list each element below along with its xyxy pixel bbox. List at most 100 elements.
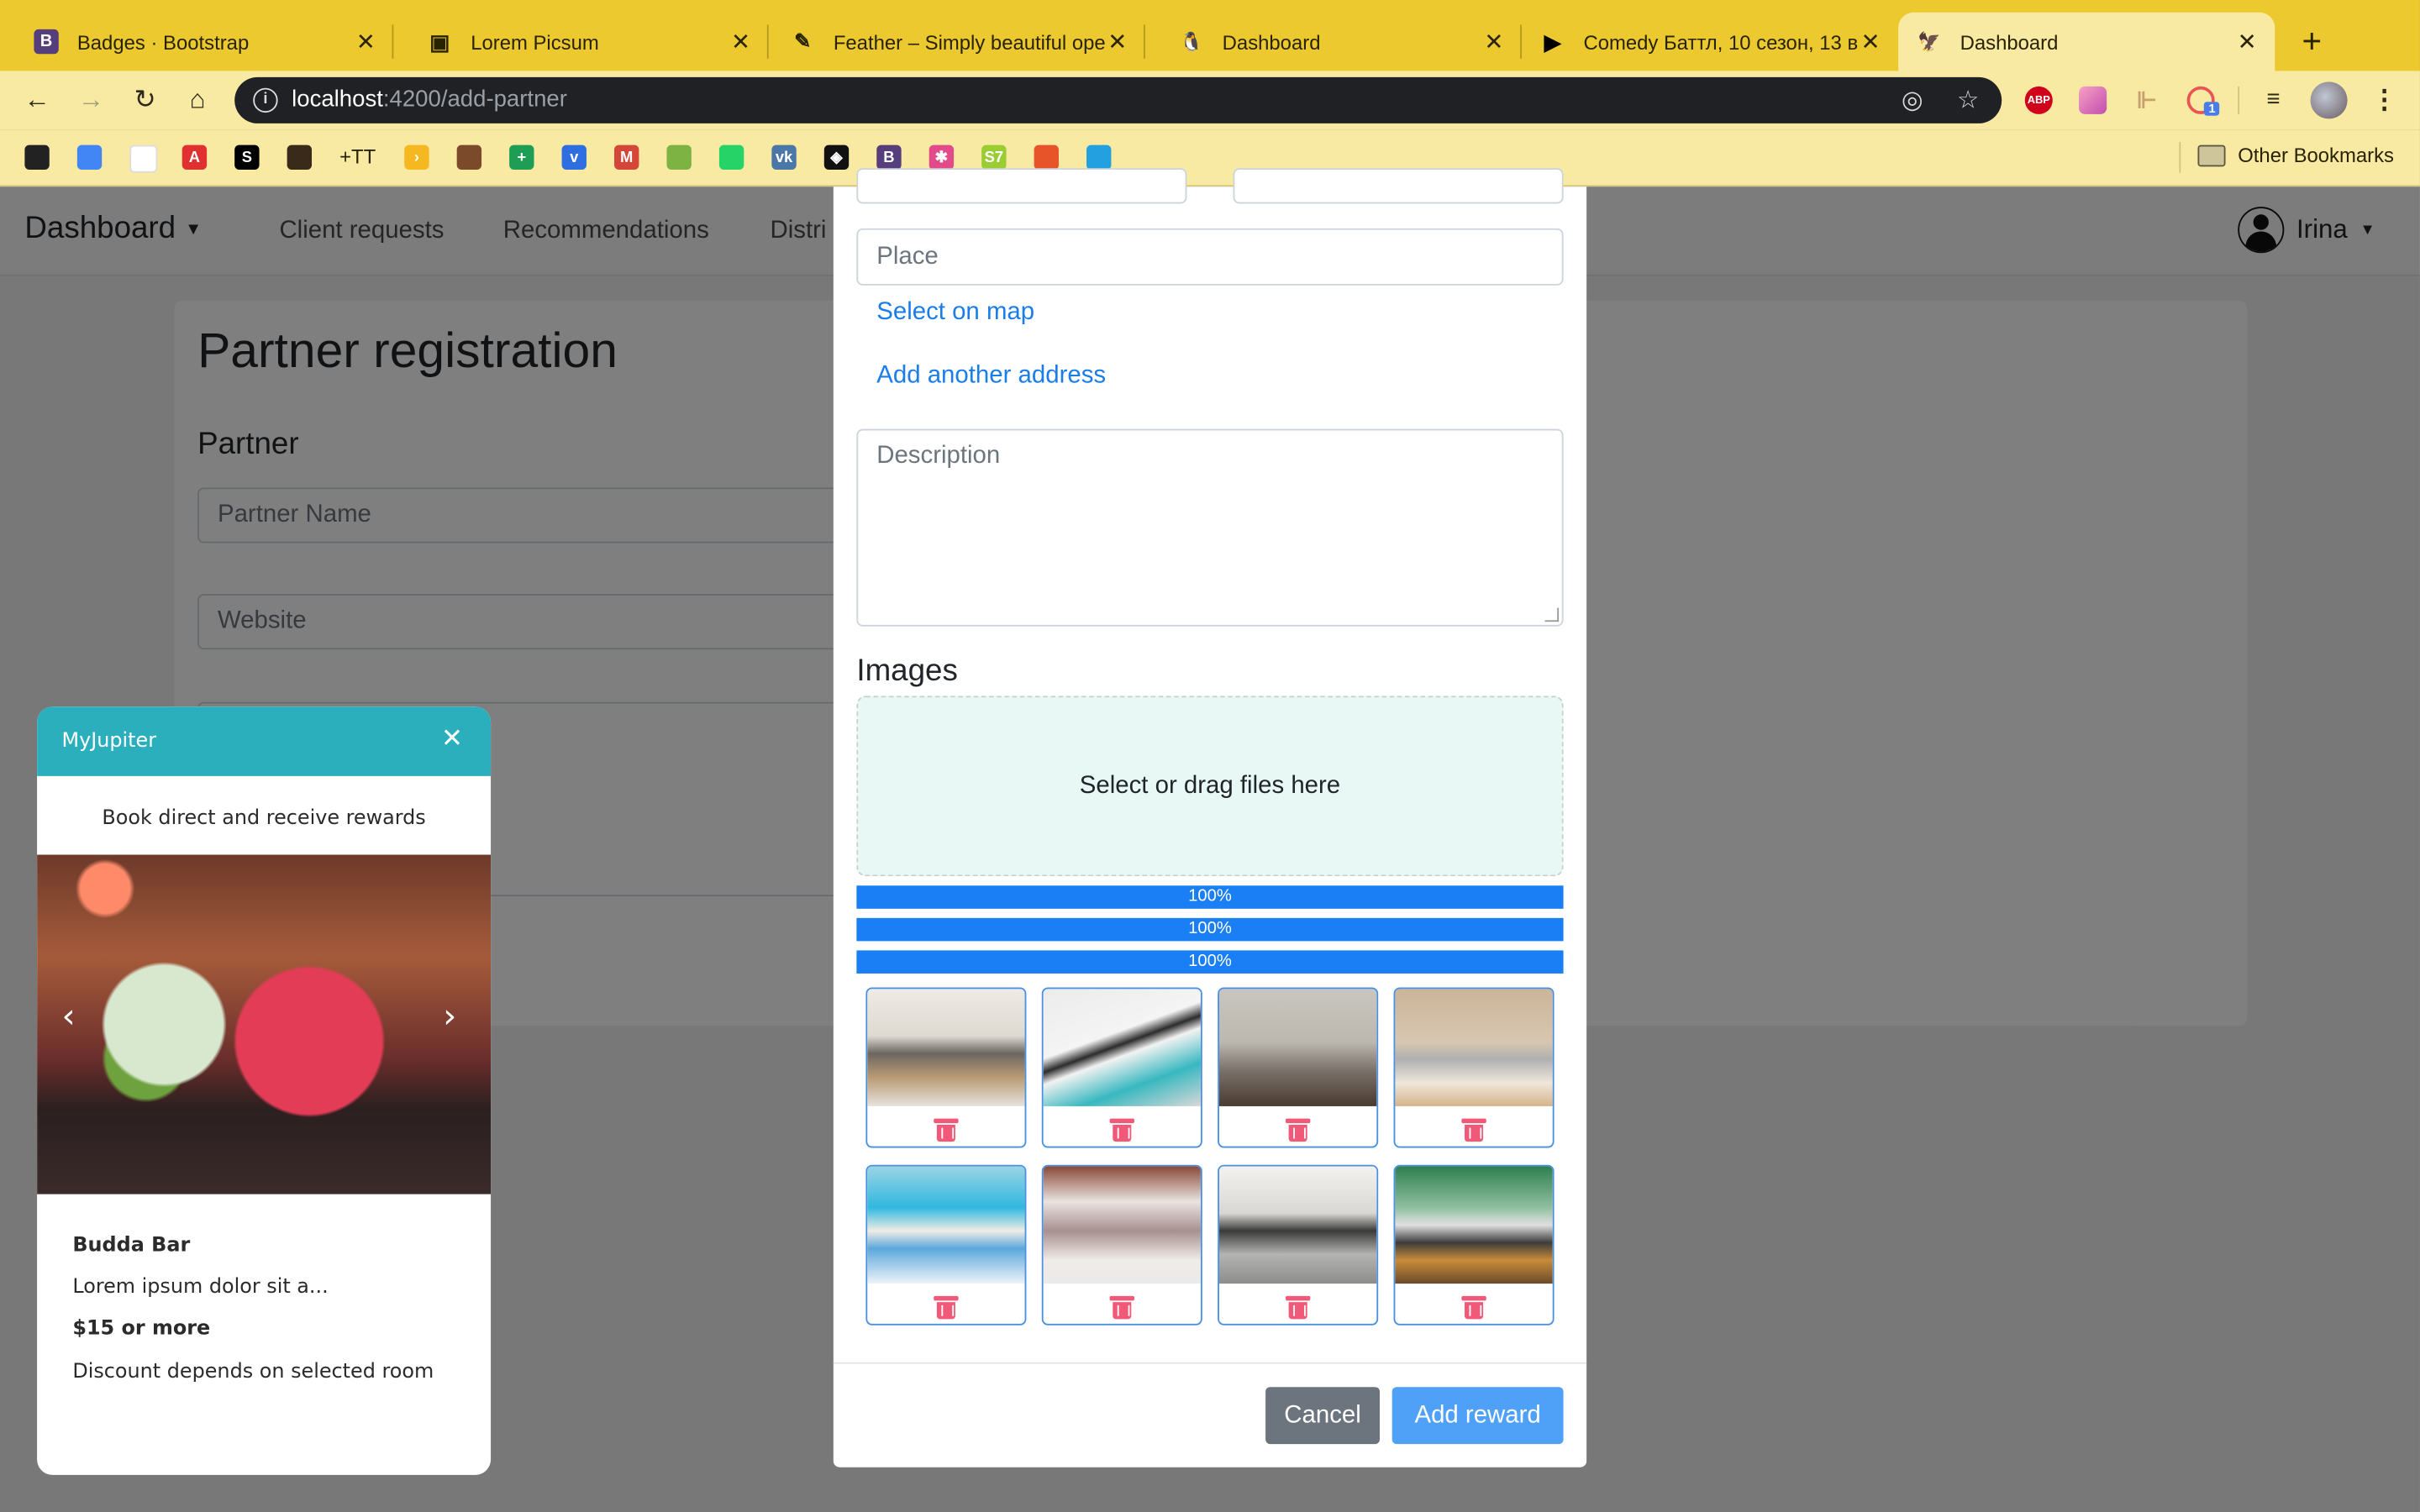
trash-icon[interactable] [934,1295,959,1320]
bookmark-2[interactable] [76,144,103,171]
browser-toolbar: ← → ↻ ⌂ i localhost:4200/add-partner ◎ ☆… [0,71,2420,130]
trash-icon[interactable] [1285,1295,1311,1320]
extension-badge: 1 [2203,102,2221,116]
bookmark-5[interactable]: S [234,144,260,171]
venue-name: Budda Bar [72,1234,191,1257]
close-tab-icon[interactable]: ✕ [2235,28,2260,55]
images-label: Images [856,654,958,689]
bookmark-20[interactable] [1034,144,1059,171]
place-input[interactable]: Place [856,228,1564,286]
thumbnail-image-lounge-tropical [1395,1166,1553,1284]
bookmark-star-icon[interactable]: ☆ [1957,85,1979,116]
reload-icon[interactable]: ↻ [128,83,161,117]
new-tab-button[interactable]: + [2296,22,2328,62]
bookmark-3[interactable] [129,144,158,173]
lastpass-icon[interactable]: 1 [2186,86,2221,116]
bookmark-13[interactable] [666,144,692,171]
tab-badges-bootstrap[interactable]: B Badges · Bootstrap ✕ [0,13,394,71]
other-bookmarks[interactable]: Other Bookmarks [2197,143,2395,167]
thumbnail-image-bedroom-wine [1043,1166,1201,1284]
resize-handle-icon[interactable] [1544,607,1560,622]
trash-icon[interactable] [1461,1295,1486,1320]
bookmark-18[interactable]: ✱ [929,144,955,171]
bookmark-codepen[interactable]: ◈ [823,144,850,171]
tab-feather[interactable]: ✎ Feather – Simply beautiful ope ✕ [769,13,1145,71]
bookmark-9[interactable] [456,144,482,171]
close-icon[interactable]: ✕ [441,723,463,754]
bookmark-whatsapp[interactable] [718,144,744,171]
file-dropzone[interactable]: Select or drag files here [856,696,1564,877]
media-control-icon[interactable]: ≡ [2256,83,2290,117]
carousel-next-icon[interactable]: › [443,998,456,1037]
bookmarks-separator [2179,141,2181,173]
tab-strip: B Badges · Bootstrap ✕ ▣ Lorem Picsum ✕ … [0,0,2420,71]
bookmark-6[interactable] [287,144,313,171]
location-icon[interactable]: ◎ [1902,85,1923,116]
tab-dashboard-1[interactable]: 🐧 Dashboard ✕ [1145,13,1522,71]
bookmark-s7[interactable]: S7 [981,144,1007,171]
tab-comedy-battle[interactable]: ▶ Comedy Баттл, 10 сезон, 13 в ✕ [1522,13,1898,71]
home-icon[interactable]: ⌂ [181,83,214,117]
bookmark-gmail[interactable]: M [614,144,639,171]
close-tab-icon[interactable]: ✕ [1858,28,1882,55]
forward-icon[interactable]: → [74,83,108,117]
play-icon: ▶ [1544,28,1561,54]
description-textarea[interactable]: Description [856,428,1564,627]
bookmark-bootstrap[interactable]: B [876,144,902,171]
modal-footer-divider [833,1362,1587,1364]
tab-title: Badges · Bootstrap [76,29,250,54]
site-info-icon[interactable]: i [253,87,278,113]
toolbar-separator [2238,86,2240,114]
back-icon[interactable]: ← [20,83,54,117]
tab-title: Lorem Picsum [471,29,599,54]
description-placeholder: Description [876,443,1001,470]
modal-field-right[interactable] [1233,168,1564,204]
add-reward-modal: Place Select on map Add another address … [833,168,1587,1467]
close-tab-icon[interactable]: ✕ [729,28,753,55]
signpost-icon[interactable]: ⊩ [2133,87,2160,114]
bookmark-vk[interactable]: vk [771,144,797,171]
select-on-map-link[interactable]: Select on map [876,299,1034,327]
tab-lorem-picsum[interactable]: ▣ Lorem Picsum ✕ [393,13,769,71]
image-thumbnail [1393,987,1555,1148]
url-text[interactable]: localhost:4200/add-partner [292,87,567,113]
trash-icon[interactable] [1109,1118,1134,1142]
add-another-address-link[interactable]: Add another address [876,363,1106,391]
add-reward-button[interactable]: Add reward [1392,1387,1564,1445]
trash-icon[interactable] [1461,1118,1486,1142]
profile-avatar[interactable] [2310,81,2348,119]
adblock-icon[interactable]: ABP [2024,86,2053,114]
bookmark-4[interactable]: A [182,144,208,171]
image-thumbnail [1218,1164,1379,1326]
thumbnail-image-studio-grey [1218,1166,1377,1284]
bookmark-11[interactable]: v [561,144,587,171]
trash-icon[interactable] [1109,1295,1134,1320]
gradient-extension-icon[interactable] [2079,86,2107,114]
tab-dashboard-active[interactable]: 🦅 Dashboard ✕ [1898,12,2275,71]
modal-field-left[interactable] [856,168,1187,204]
close-tab-icon[interactable]: ✕ [1481,28,1506,55]
bookmark-10[interactable]: + [509,144,534,171]
reward-price: $15 or more [72,1317,211,1341]
image-thumbnail [865,987,1027,1148]
bookmark-1[interactable] [24,144,50,171]
cancel-button[interactable]: Cancel [1265,1387,1381,1445]
close-tab-icon[interactable]: ✕ [1105,28,1129,55]
folder-icon [2197,144,2226,166]
address-bar[interactable]: i localhost:4200/add-partner ◎ ☆ [234,76,2002,123]
tab-title: Dashboard [1222,29,1321,54]
other-bookmarks-label: Other Bookmarks [2238,143,2395,167]
bookmark-tt[interactable]: +TT [339,145,376,169]
bookmarks-bar: Other Bookmarks A S +TT › + v Mvk ◈ B ✱ S7 [0,129,2420,187]
bookmark-8[interactable]: › [404,144,429,171]
menu-kebab-icon[interactable]: ⋮ [2367,83,2401,117]
thumbnail-image-living-room [867,989,1025,1106]
bootstrap-icon: B [34,29,59,55]
close-tab-icon[interactable]: ✕ [354,28,378,55]
trash-icon[interactable] [1285,1118,1311,1142]
image-thumbnail [1041,987,1202,1148]
bookmark-21[interactable] [1086,144,1112,171]
carousel-prev-icon[interactable]: ‹ [61,998,75,1037]
trash-icon[interactable] [934,1118,959,1142]
url-host: localhost [292,86,383,113]
